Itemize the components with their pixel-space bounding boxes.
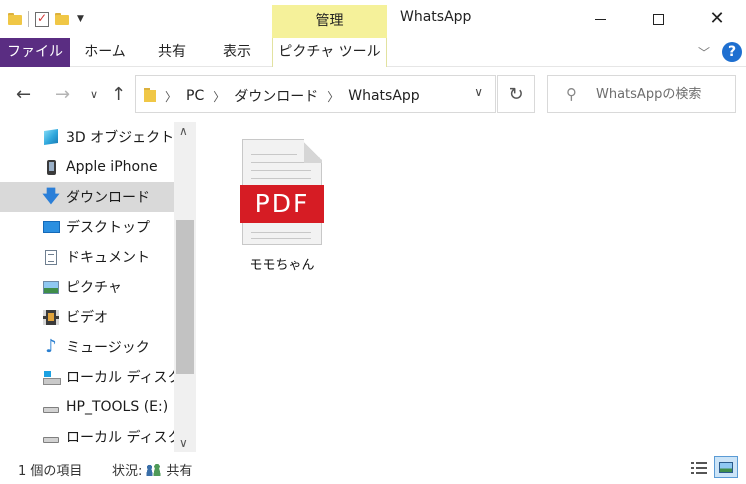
breadcrumb-downloads[interactable]: ダウンロード bbox=[234, 86, 318, 106]
sidebar-item-apple-iphone[interactable]: Apple iPhone bbox=[0, 152, 174, 182]
sidebar-item-pictures[interactable]: ピクチャ bbox=[0, 272, 174, 302]
status-label: 状況: bbox=[112, 464, 143, 479]
page-fold bbox=[304, 139, 322, 163]
sidebar-item-label: ローカル ディスク (C bbox=[66, 370, 174, 386]
cube-3d-icon bbox=[41, 127, 61, 147]
title-bar: ▼ 管理 WhatsApp ✕ bbox=[0, 0, 746, 38]
customize-toolbar-chevron-icon[interactable]: ▼ bbox=[77, 14, 84, 24]
folder-icon bbox=[144, 88, 157, 102]
sidebar-item-label: ミュージック bbox=[66, 340, 150, 356]
sidebar-item-label: デスクトップ bbox=[66, 220, 150, 236]
details-view-button[interactable] bbox=[688, 458, 710, 478]
desktop-icon bbox=[41, 217, 61, 237]
breadcrumb-chevron-icon[interactable]: 〉 bbox=[165, 88, 177, 105]
windows-drive-icon bbox=[41, 367, 61, 387]
music-note-icon: ♪ bbox=[45, 336, 57, 357]
window-title: WhatsApp bbox=[400, 9, 472, 25]
scroll-down-chevron-icon[interactable]: ∨ bbox=[179, 436, 188, 450]
help-button[interactable]: ? bbox=[722, 42, 742, 62]
minimize-icon bbox=[594, 18, 606, 20]
drive-icon bbox=[41, 397, 61, 417]
sidebar-scrollbar[interactable]: ∧ ∨ bbox=[174, 122, 196, 452]
breadcrumb: 〉 PC 〉 ダウンロード 〉 WhatsApp bbox=[165, 86, 420, 106]
ribbon-tabs: ファイル ホーム 共有 表示 ピクチャ ツール ﹀ ? bbox=[0, 38, 746, 67]
folder-icon bbox=[8, 13, 22, 25]
details-view-icon-line bbox=[691, 472, 707, 474]
picture-icon bbox=[41, 277, 61, 297]
drive-icon bbox=[41, 427, 61, 447]
file-list-pane: PDF モモちゃん bbox=[196, 122, 746, 452]
item-count: 1 個の項目 bbox=[18, 464, 83, 479]
pdf-badge: PDF bbox=[240, 185, 324, 223]
sidebar-item-desktop[interactable]: デスクトップ bbox=[0, 212, 174, 242]
minimize-button[interactable] bbox=[571, 0, 629, 38]
phone-icon bbox=[41, 157, 61, 177]
tab-home[interactable]: ホーム bbox=[78, 38, 132, 67]
close-icon: ✕ bbox=[709, 8, 725, 29]
breadcrumb-chevron-icon[interactable]: 〉 bbox=[213, 88, 225, 105]
people-icon bbox=[145, 462, 163, 477]
tab-picture-tools[interactable]: ピクチャ ツール bbox=[272, 38, 387, 67]
download-arrow-icon: 🡇 bbox=[42, 186, 60, 207]
sidebar-item-label: ローカル ディスク (G bbox=[66, 430, 174, 446]
sidebar-item-label: ビデオ bbox=[66, 310, 108, 326]
sidebar-item-local-disk-g[interactable]: ローカル ディスク (G bbox=[0, 422, 174, 452]
sidebar-item-label: ピクチャ bbox=[66, 280, 122, 296]
back-arrow-icon[interactable]: ← bbox=[16, 84, 31, 105]
sidebar-item-local-disk-c[interactable]: ローカル ディスク (C bbox=[0, 362, 174, 392]
close-button[interactable]: ✕ bbox=[688, 0, 746, 38]
sidebar-item-music[interactable]: ♪ ミュージック bbox=[0, 332, 174, 362]
sidebar-item-label: HP_TOOLS (E:) bbox=[66, 399, 169, 415]
document-icon bbox=[41, 247, 61, 267]
tab-file[interactable]: ファイル bbox=[0, 38, 70, 67]
sidebar-item-label: Apple iPhone bbox=[66, 159, 158, 175]
up-arrow-icon[interactable]: ↑ bbox=[111, 84, 126, 105]
large-icons-view-icon bbox=[719, 461, 733, 473]
scrollbar-thumb[interactable] bbox=[176, 220, 194, 374]
new-folder-icon[interactable] bbox=[55, 13, 69, 25]
maximize-icon bbox=[652, 13, 664, 25]
refresh-icon: ↻ bbox=[508, 84, 524, 105]
quick-access-toolbar: ▼ bbox=[8, 8, 84, 30]
sidebar-item-3d-objects[interactable]: 3D オブジェクト bbox=[0, 122, 174, 152]
address-history-chevron-icon[interactable]: ∨ bbox=[474, 85, 483, 99]
forward-arrow-icon[interactable]: → bbox=[55, 84, 70, 105]
status-value: 共有 bbox=[166, 464, 193, 479]
maximize-button[interactable] bbox=[629, 0, 687, 38]
scroll-up-chevron-icon[interactable]: ∧ bbox=[179, 124, 188, 138]
large-icons-view-button[interactable] bbox=[714, 456, 738, 478]
sidebar-item-downloads[interactable]: 🡇 ダウンロード bbox=[0, 182, 174, 212]
breadcrumb-pc[interactable]: PC bbox=[186, 88, 204, 104]
refresh-button[interactable]: ↻ bbox=[497, 75, 535, 113]
toolbar-divider bbox=[28, 11, 29, 27]
tab-share[interactable]: 共有 bbox=[150, 38, 194, 67]
expand-ribbon-chevron-icon[interactable]: ﹀ bbox=[698, 44, 710, 61]
navigation-pane: 3D オブジェクト Apple iPhone 🡇 ダウンロード デスクトップ ド… bbox=[0, 122, 196, 452]
search-icon: ⚲ bbox=[566, 85, 577, 103]
tab-view[interactable]: 表示 bbox=[214, 38, 260, 67]
status-bar: 1 個の項目 状況: 共有 bbox=[0, 452, 746, 484]
sharing-status: 状況: 共有 bbox=[112, 460, 192, 479]
file-name: モモちゃん bbox=[249, 258, 315, 273]
properties-icon[interactable] bbox=[35, 11, 49, 27]
details-view-icon bbox=[691, 462, 707, 464]
video-icon bbox=[41, 307, 61, 327]
contextual-group-label: 管理 bbox=[272, 5, 387, 38]
sidebar-item-hp-tools[interactable]: HP_TOOLS (E:) bbox=[0, 392, 174, 422]
navigation-bar: ← → ∨ ↑ 〉 PC 〉 ダウンロード 〉 WhatsApp ∨ ↻ ⚲ bbox=[0, 67, 746, 122]
search-box[interactable]: ⚲ bbox=[547, 75, 736, 113]
address-bar[interactable]: 〉 PC 〉 ダウンロード 〉 WhatsApp ∨ bbox=[135, 75, 496, 113]
sidebar-item-label: 3D オブジェクト bbox=[66, 130, 174, 146]
sidebar-item-documents[interactable]: ドキュメント bbox=[0, 242, 174, 272]
breadcrumb-whatsapp[interactable]: WhatsApp bbox=[348, 88, 419, 104]
breadcrumb-chevron-icon[interactable]: 〉 bbox=[327, 88, 339, 105]
sidebar-item-videos[interactable]: ビデオ bbox=[0, 302, 174, 332]
sidebar-item-label: ドキュメント bbox=[66, 250, 150, 266]
sidebar-item-label: ダウンロード bbox=[66, 190, 150, 206]
search-input[interactable] bbox=[596, 84, 731, 104]
details-view-icon-line bbox=[691, 467, 707, 469]
recent-locations-chevron-icon[interactable]: ∨ bbox=[90, 88, 98, 101]
file-item[interactable]: PDF モモちゃん bbox=[232, 134, 332, 274]
